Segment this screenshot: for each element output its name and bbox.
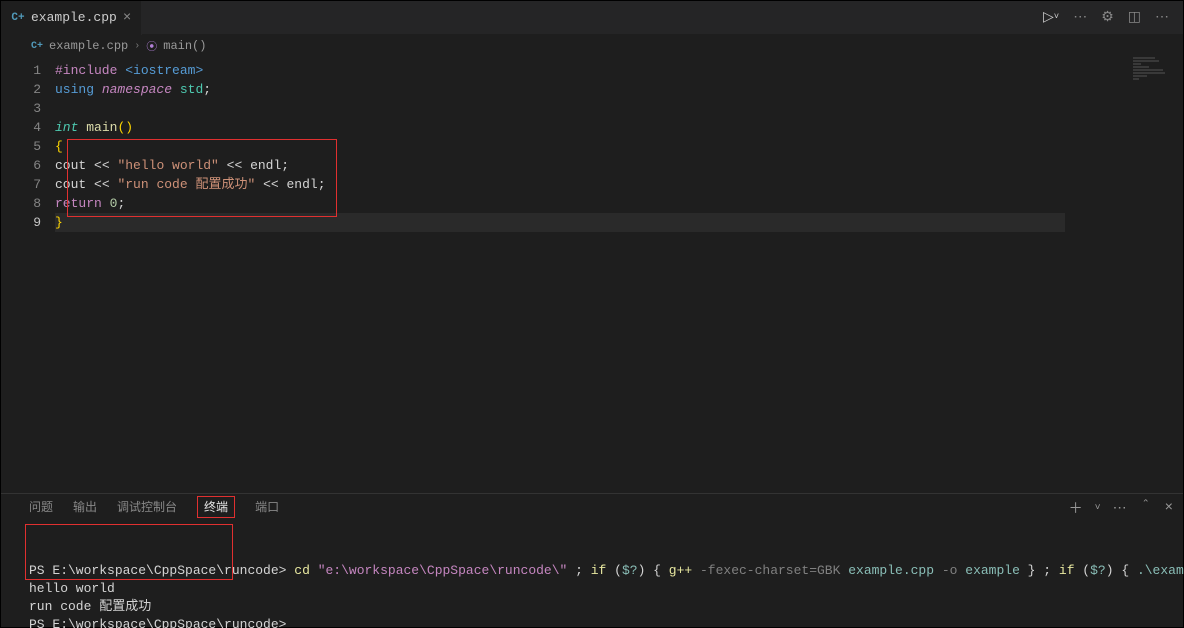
run-icon[interactable]: ▷˅ <box>1043 9 1059 26</box>
editor[interactable]: 123 456 789 #include <iostream> using na… <box>1 57 1183 232</box>
more-panel-icon[interactable]: ⋯ <box>1113 500 1127 517</box>
panel-tab-debugconsole[interactable]: 调试控制台 <box>117 494 177 522</box>
gear-icon[interactable]: ⚙ <box>1101 9 1114 26</box>
tab-bar: C+ example.cpp × ▷˅ ⋯ ⚙ ◫ ⋯ <box>1 1 1183 35</box>
editor-empty[interactable] <box>1 232 1183 493</box>
panel-tab-problems[interactable]: 问题 <box>29 494 53 522</box>
cpp-file-icon: C+ <box>31 41 43 52</box>
close-panel-icon[interactable]: × <box>1165 500 1173 516</box>
more-icon[interactable]: ⋯ <box>1073 9 1087 26</box>
split-editor-icon[interactable]: ◫ <box>1128 9 1141 26</box>
line-number-gutter: 123 456 789 <box>1 61 55 232</box>
terminal-dropdown-icon[interactable]: ˅ <box>1095 503 1101 514</box>
terminal[interactable]: PS E:\workspace\CppSpace\runcode> cd "e:… <box>1 522 1184 628</box>
cpp-file-icon: C+ <box>11 11 25 25</box>
panel-tab-terminal[interactable]: 终端 <box>197 494 235 522</box>
function-icon: ⦿ <box>146 38 157 54</box>
breadcrumb-symbol: main() <box>163 39 206 53</box>
panel-tab-ports[interactable]: 端口 <box>255 494 279 522</box>
close-tab-icon[interactable]: × <box>123 11 131 25</box>
code-content[interactable]: #include <iostream> using namespace std;… <box>55 61 1065 232</box>
breadcrumb-file: example.cpp <box>49 39 128 53</box>
new-terminal-icon[interactable]: ＋ <box>1069 498 1083 518</box>
chevron-right-icon: › <box>134 41 140 52</box>
maximize-panel-icon[interactable]: ＾ <box>1139 498 1153 518</box>
panel-tabs: 问题 输出 调试控制台 终端 端口 ＋ ˅ ⋯ ＾ × <box>1 494 1183 522</box>
minimap[interactable] <box>1133 57 1173 73</box>
panel-tab-output[interactable]: 输出 <box>73 494 97 522</box>
tab-example-cpp[interactable]: C+ example.cpp × <box>1 1 142 35</box>
bottom-panel: 问题 输出 调试控制台 终端 端口 ＋ ˅ ⋯ ＾ × PS E:\worksp… <box>1 493 1183 627</box>
breadcrumb[interactable]: C+ example.cpp › ⦿ main() <box>1 35 1183 57</box>
tab-filename: example.cpp <box>31 10 117 25</box>
overflow-icon[interactable]: ⋯ <box>1155 9 1169 26</box>
tab-actions: ▷˅ ⋯ ⚙ ◫ ⋯ <box>1029 9 1183 26</box>
